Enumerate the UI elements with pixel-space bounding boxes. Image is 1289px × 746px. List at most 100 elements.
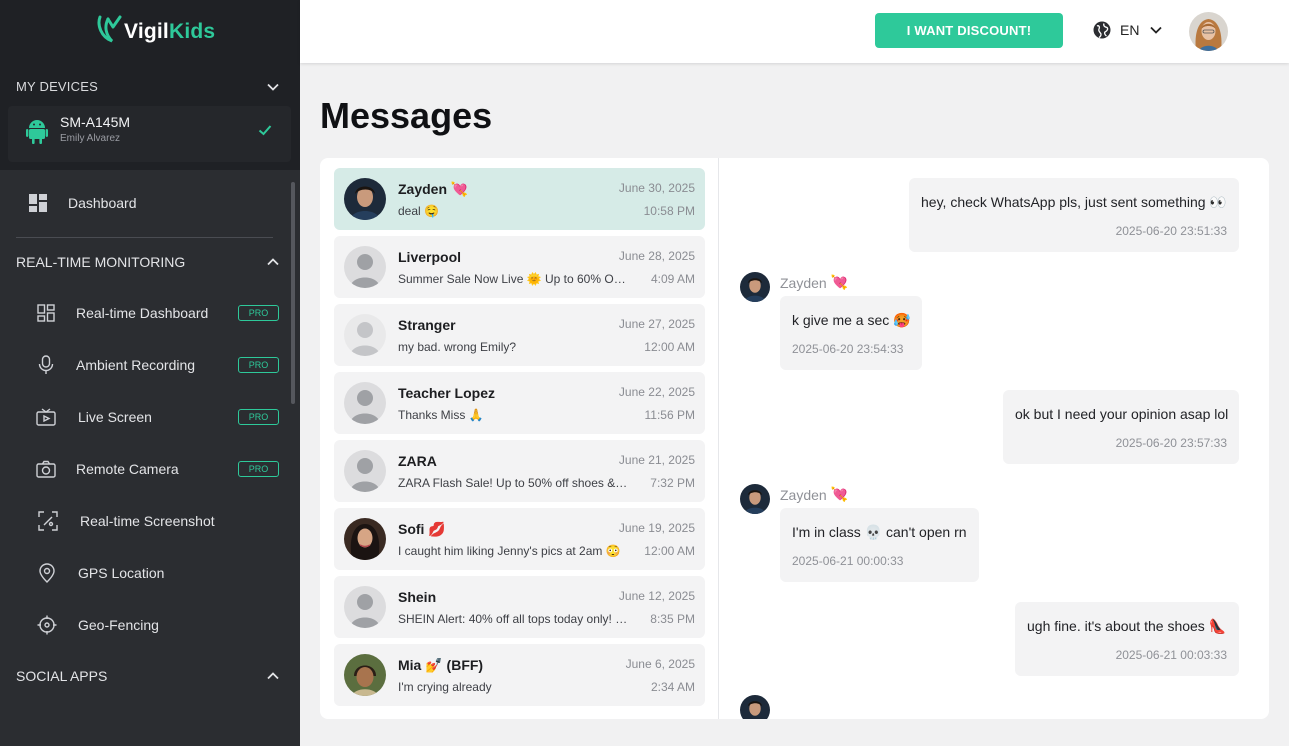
sender-avatar — [740, 484, 770, 514]
user-avatar[interactable] — [1189, 12, 1228, 51]
section-social-apps[interactable]: SOCIAL APPS — [16, 668, 280, 684]
conversation-item[interactable]: Sofi 💋 June 19, 2025 I caught him liking… — [334, 508, 705, 570]
crosshair-icon — [36, 614, 58, 636]
sidebar-item-realtime-dashboard[interactable]: Real-time Dashboard PRO — [0, 293, 290, 333]
sidebar-item-label: Dashboard — [68, 195, 137, 211]
conversation-time: 12:00 AM — [644, 544, 695, 558]
device-item[interactable]: SM-A145M Emily Alvarez — [8, 106, 291, 162]
sidebar-item-label: GPS Location — [78, 565, 165, 581]
conversation-item[interactable]: ZARA June 21, 2025 ZARA Flash Sale! Up t… — [334, 440, 705, 502]
discount-button[interactable]: I WANT DISCOUNT! — [875, 13, 1063, 48]
pro-badge: PRO — [238, 305, 279, 321]
logo-icon — [97, 15, 122, 43]
message-text: ok but I need your opinion asap lol — [1015, 406, 1229, 422]
message-timestamp: 2025-06-21 00:03:33 — [1115, 648, 1227, 662]
sidebar-item-label: Live Screen — [78, 409, 152, 425]
default-avatar-icon — [344, 246, 386, 288]
conversation-item[interactable]: Shein June 12, 2025 SHEIN Alert: 40% off… — [334, 576, 705, 638]
sidebar-item-ambient-recording[interactable]: Ambient Recording PRO — [0, 345, 290, 385]
contact-name: ZARA — [398, 453, 437, 469]
avatar — [344, 178, 386, 220]
message-timestamp: 2025-06-21 00:00:33 — [792, 554, 904, 568]
message-timestamp: 2025-06-20 23:57:33 — [1115, 436, 1227, 450]
message-text: ugh fine. it's about the shoes 👠 — [1027, 618, 1227, 634]
conversation-time: 4:09 AM — [650, 272, 695, 286]
sidebar-item-dashboard[interactable]: Dashboard — [0, 183, 290, 223]
default-avatar-icon — [344, 382, 386, 424]
message-text: k give me a sec 🥵 — [792, 312, 911, 328]
top-header: I WANT DISCOUNT! EN — [300, 0, 1289, 63]
message-bubble-incoming: k give me a sec 🥵 2025-06-20 23:54:33 — [780, 296, 922, 370]
globe-icon — [1093, 21, 1111, 39]
screenshot-icon — [37, 510, 59, 532]
contact-name: Stranger — [398, 317, 456, 333]
contact-name: Sofi 💋 — [398, 521, 446, 537]
sidebar-item-label: Remote Camera — [76, 461, 179, 477]
app-logo[interactable]: VigilKids — [96, 12, 215, 44]
conversation-time: 11:56 PM — [644, 408, 695, 422]
chevron-up-icon — [267, 258, 279, 266]
device-name: SM-A145M — [60, 114, 131, 130]
conversation-item[interactable]: Teacher Lopez June 22, 2025 Thanks Miss … — [334, 372, 705, 434]
chat-thread[interactable]: hey, check WhatsApp pls, just sent somet… — [720, 158, 1269, 719]
contact-name: Teacher Lopez — [398, 385, 495, 401]
conversation-item[interactable]: Liverpool June 28, 2025 Summer Sale Now … — [334, 236, 705, 298]
page-title: Messages — [320, 95, 493, 136]
sidebar-item-live-screen[interactable]: Live Screen PRO — [0, 397, 290, 437]
default-avatar-icon — [344, 586, 386, 628]
avatar — [344, 654, 386, 696]
conversation-item[interactable]: Stranger June 27, 2025 my bad. wrong Emi… — [334, 304, 705, 366]
chevron-down-icon — [267, 83, 279, 91]
pro-badge: PRO — [238, 409, 279, 425]
message-timestamp: 2025-06-20 23:51:33 — [1115, 224, 1227, 238]
sidebar-item-label: Ambient Recording — [76, 357, 196, 373]
message-text: hey, check WhatsApp pls, just sent somet… — [921, 194, 1227, 210]
sidebar-item-gps-location[interactable]: GPS Location — [0, 553, 290, 593]
sender-avatar — [740, 695, 770, 719]
section-label: REAL-TIME MONITORING — [16, 254, 186, 270]
sidebar-item-remote-camera[interactable]: Remote Camera PRO — [0, 449, 290, 489]
camera-icon — [35, 458, 57, 480]
message-text: I'm in class 💀 can't open rn — [792, 524, 967, 540]
logo-text-suffix: Kids — [168, 20, 216, 43]
sidebar-item-realtime-screenshot[interactable]: Real-time Screenshot — [0, 501, 290, 541]
sidebar-scrollbar[interactable] — [291, 182, 295, 404]
contact-name: Shein — [398, 589, 437, 605]
sender-name: Zayden 💘 — [780, 486, 849, 503]
conversation-item[interactable]: Mia 💅 (BFF) June 6, 2025 I'm crying alre… — [334, 644, 705, 706]
conversation-date: June 21, 2025 — [618, 453, 695, 467]
conversation-list[interactable]: Zayden 💘 June 30, 2025 deal 🤤 10:58 PM L… — [320, 158, 719, 719]
sender-avatar — [740, 272, 770, 302]
dashboard-icon — [27, 192, 49, 214]
android-icon — [26, 120, 48, 144]
sidebar-item-geo-fencing[interactable]: Geo-Fencing — [0, 605, 290, 645]
language-selector[interactable]: EN — [1093, 21, 1163, 39]
default-avatar-icon — [344, 314, 386, 356]
device-owner: Emily Alvarez — [60, 133, 121, 144]
section-realtime-monitoring[interactable]: REAL-TIME MONITORING — [16, 254, 280, 270]
sidebar-item-label: Real-time Screenshot — [80, 513, 215, 529]
default-avatar-icon — [344, 450, 386, 492]
message-timestamp: 2025-06-20 23:54:33 — [792, 342, 904, 356]
message-preview: my bad. wrong Emily? — [398, 340, 517, 354]
sidebar-header: VigilKids MY DEVICES SM-A145M Emily Alva… — [0, 0, 300, 170]
conversation-time: 8:35 PM — [650, 612, 695, 626]
message-bubble-outgoing: ok but I need your opinion asap lol 2025… — [1003, 390, 1239, 464]
my-devices-toggle[interactable]: MY DEVICES — [16, 79, 280, 94]
my-devices-label: MY DEVICES — [16, 79, 98, 94]
grid-dashboard-icon — [35, 302, 57, 324]
conversation-date: June 19, 2025 — [618, 521, 695, 535]
conversation-date: June 27, 2025 — [618, 317, 695, 331]
messages-panel: Zayden 💘 June 30, 2025 deal 🤤 10:58 PM L… — [320, 158, 1269, 719]
pro-badge: PRO — [238, 357, 279, 373]
sidebar: VigilKids MY DEVICES SM-A145M Emily Alva… — [0, 0, 300, 746]
conversation-item[interactable]: Zayden 💘 June 30, 2025 deal 🤤 10:58 PM — [334, 168, 705, 230]
microphone-icon — [35, 354, 57, 376]
message-bubble-outgoing: hey, check WhatsApp pls, just sent somet… — [909, 178, 1239, 252]
conversation-time: 12:00 AM — [644, 340, 695, 354]
contact-name: Liverpool — [398, 249, 462, 265]
message-preview: ZARA Flash Sale! Up to 50% off shoes & b… — [398, 476, 628, 490]
conversation-date: June 30, 2025 — [618, 181, 695, 195]
sender-name: Zayden 💘 — [780, 274, 849, 291]
conversation-date: June 28, 2025 — [618, 249, 695, 263]
